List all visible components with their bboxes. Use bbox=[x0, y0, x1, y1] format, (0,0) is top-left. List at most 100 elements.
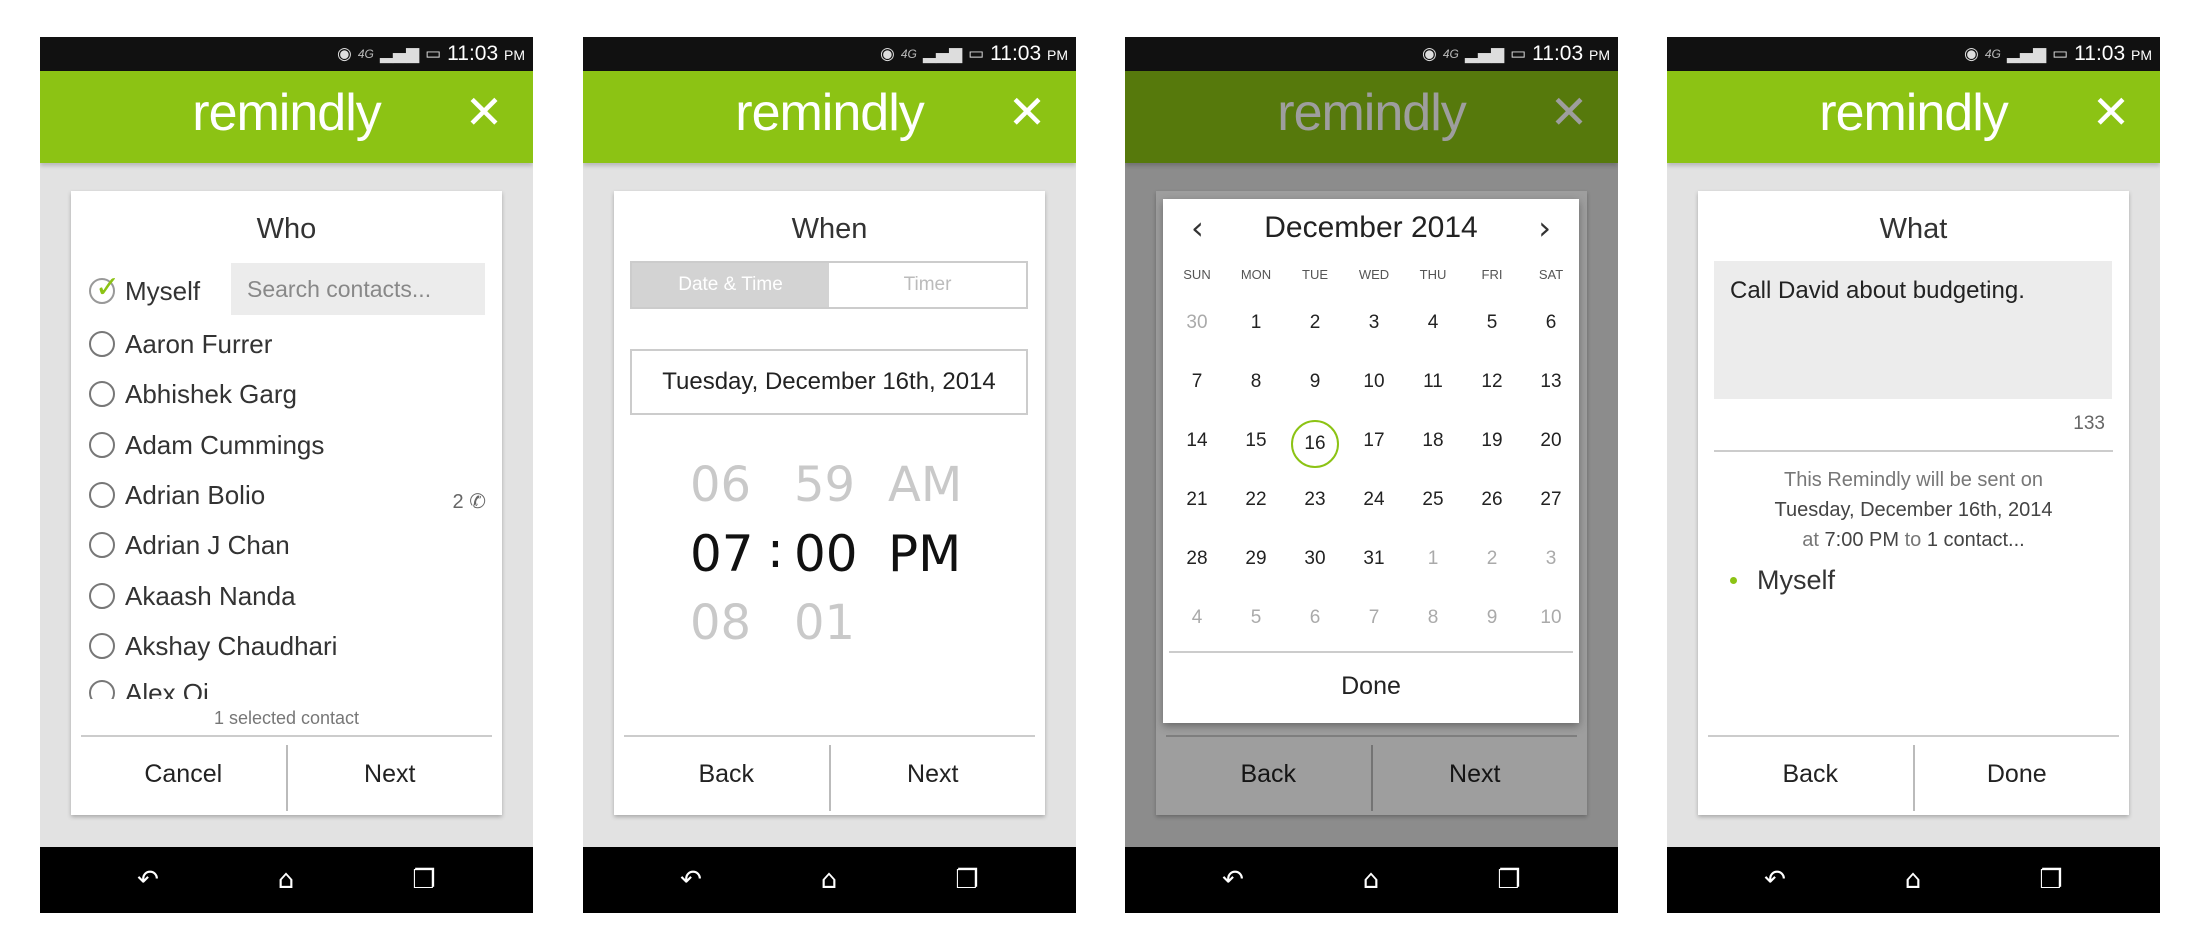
contact-item[interactable]: Akaash Nanda bbox=[89, 576, 296, 616]
contact-name: Myself bbox=[125, 275, 201, 306]
calendar-day[interactable]: 4 bbox=[1172, 594, 1222, 642]
contact-item[interactable]: Abhishek Garg bbox=[89, 374, 297, 414]
contact-name: Akshay Chaudhari bbox=[125, 630, 338, 661]
calendar-day[interactable]: 30 bbox=[1290, 535, 1340, 583]
weekday-label: SAT bbox=[1538, 267, 1564, 282]
tab-date-time[interactable]: Date & Time bbox=[632, 263, 829, 307]
next-button[interactable]: Next bbox=[831, 737, 1036, 815]
ampm-selected[interactable]: PM bbox=[888, 525, 961, 583]
calendar-day[interactable]: 10 bbox=[1526, 594, 1576, 642]
contact-item[interactable]: Adam Cummings bbox=[89, 425, 324, 465]
calendar-day[interactable]: 8 bbox=[1408, 594, 1458, 642]
calendar-day[interactable]: 9 bbox=[1290, 358, 1340, 406]
calendar-day[interactable]: 15 bbox=[1231, 417, 1281, 465]
radio-icon[interactable] bbox=[89, 583, 115, 609]
calendar-day[interactable]: 9 bbox=[1467, 594, 1517, 642]
calendar-day[interactable]: 20 bbox=[1526, 417, 1576, 465]
calendar-day[interactable]: 11 bbox=[1408, 358, 1458, 406]
minute-selected[interactable]: 00 bbox=[794, 525, 858, 583]
minute-next[interactable]: 01 bbox=[794, 595, 855, 651]
back-nav-icon[interactable]: ↶ bbox=[1759, 865, 1791, 895]
radio-icon[interactable] bbox=[89, 482, 115, 508]
close-icon[interactable]: ✕ bbox=[461, 89, 507, 135]
search-contacts-input[interactable]: Search contacts... bbox=[231, 263, 485, 315]
calendar-day[interactable]: 5 bbox=[1231, 594, 1281, 642]
radio-icon[interactable] bbox=[89, 633, 115, 659]
recents-nav-icon[interactable]: ❐ bbox=[1493, 865, 1525, 895]
calendar-day[interactable]: 22 bbox=[1231, 476, 1281, 524]
contact-item[interactable]: ✓ Myself bbox=[89, 270, 201, 311]
calendar-day-selected[interactable]: 16 bbox=[1291, 420, 1339, 468]
calendar-day[interactable]: 4 bbox=[1408, 299, 1458, 347]
calendar-day[interactable]: 17 bbox=[1349, 417, 1399, 465]
calendar-day[interactable]: 1 bbox=[1231, 299, 1281, 347]
close-icon[interactable]: ✕ bbox=[2088, 89, 2134, 135]
calendar-day[interactable]: 12 bbox=[1467, 358, 1517, 406]
back-nav-icon[interactable]: ↶ bbox=[1217, 865, 1249, 895]
back-nav-icon[interactable]: ↶ bbox=[675, 865, 707, 895]
next-button[interactable]: Next bbox=[288, 737, 493, 815]
calendar-day[interactable]: 3 bbox=[1526, 535, 1576, 583]
calendar-day[interactable]: 6 bbox=[1526, 299, 1576, 347]
calendar-day[interactable]: 2 bbox=[1467, 535, 1517, 583]
back-button[interactable]: Back bbox=[1708, 737, 1913, 815]
cancel-button[interactable]: Cancel bbox=[81, 737, 286, 815]
date-field[interactable]: Tuesday, December 16th, 2014 bbox=[630, 349, 1028, 415]
calendar-day[interactable]: 29 bbox=[1231, 535, 1281, 583]
recents-nav-icon[interactable]: ❐ bbox=[951, 865, 983, 895]
calendar-day[interactable]: 10 bbox=[1349, 358, 1399, 406]
home-nav-icon[interactable]: ⌂ bbox=[1897, 865, 1929, 895]
hour-next[interactable]: 08 bbox=[690, 595, 751, 651]
back-button[interactable]: Back bbox=[624, 737, 829, 815]
calendar-day[interactable]: 2 bbox=[1290, 299, 1340, 347]
calendar-day[interactable]: 8 bbox=[1231, 358, 1281, 406]
hour-prev[interactable]: 06 bbox=[690, 457, 751, 513]
calendar-day[interactable]: 23 bbox=[1290, 476, 1340, 524]
calendar-day[interactable]: 25 bbox=[1408, 476, 1458, 524]
back-nav-icon[interactable]: ↶ bbox=[132, 865, 164, 895]
radio-checked-icon[interactable]: ✓ bbox=[89, 270, 120, 305]
calendar-day[interactable]: 26 bbox=[1467, 476, 1517, 524]
calendar-day[interactable]: 7 bbox=[1349, 594, 1399, 642]
message-input[interactable]: Call David about budgeting. bbox=[1714, 261, 2112, 399]
radio-icon[interactable] bbox=[89, 381, 115, 407]
contact-item[interactable]: Adrian J Chan bbox=[89, 525, 290, 565]
calendar-day[interactable]: 13 bbox=[1526, 358, 1576, 406]
contact-item[interactable]: Adrian Bolio bbox=[89, 475, 265, 515]
calendar-day[interactable]: 19 bbox=[1467, 417, 1517, 465]
minute-prev[interactable]: 59 bbox=[794, 457, 855, 513]
contact-item[interactable]: Aaron Furrer bbox=[89, 324, 272, 364]
home-nav-icon[interactable]: ⌂ bbox=[1355, 865, 1387, 895]
calendar-day[interactable]: 30 bbox=[1172, 299, 1222, 347]
done-button[interactable]: Done bbox=[1915, 737, 2120, 815]
tab-timer[interactable]: Timer bbox=[829, 263, 1026, 307]
calendar-day[interactable]: 1 bbox=[1408, 535, 1458, 583]
signal-icon: ▂▄▆ bbox=[1464, 44, 1505, 64]
calendar-day[interactable]: 24 bbox=[1349, 476, 1399, 524]
recents-nav-icon[interactable]: ❐ bbox=[408, 865, 440, 895]
calendar-day[interactable]: 5 bbox=[1467, 299, 1517, 347]
hour-selected[interactable]: 07 bbox=[690, 525, 754, 583]
contact-item[interactable]: Alex Qi bbox=[89, 677, 209, 699]
radio-icon[interactable] bbox=[89, 432, 115, 458]
home-nav-icon[interactable]: ⌂ bbox=[813, 865, 845, 895]
chevron-right-icon[interactable]: › bbox=[1538, 209, 1551, 247]
calendar-day[interactable]: 7 bbox=[1172, 358, 1222, 406]
calendar-day[interactable]: 31 bbox=[1349, 535, 1399, 583]
calendar-day[interactable]: 18 bbox=[1408, 417, 1458, 465]
calendar-day[interactable]: 6 bbox=[1290, 594, 1340, 642]
calendar-day[interactable]: 27 bbox=[1526, 476, 1576, 524]
contact-item[interactable]: Akshay Chaudhari bbox=[89, 626, 337, 666]
radio-icon[interactable] bbox=[89, 331, 115, 357]
recents-nav-icon[interactable]: ❐ bbox=[2035, 865, 2067, 895]
home-nav-icon[interactable]: ⌂ bbox=[270, 865, 302, 895]
calendar-day[interactable]: 28 bbox=[1172, 535, 1222, 583]
ampm-prev[interactable]: AM bbox=[888, 457, 962, 513]
close-icon[interactable]: ✕ bbox=[1004, 89, 1050, 135]
calendar-day[interactable]: 14 bbox=[1172, 417, 1222, 465]
radio-icon[interactable] bbox=[89, 532, 115, 558]
calendar-day[interactable]: 3 bbox=[1349, 299, 1399, 347]
radio-icon[interactable] bbox=[89, 680, 115, 699]
calendar-day[interactable]: 21 bbox=[1172, 476, 1222, 524]
done-button[interactable]: Done bbox=[1169, 651, 1573, 723]
